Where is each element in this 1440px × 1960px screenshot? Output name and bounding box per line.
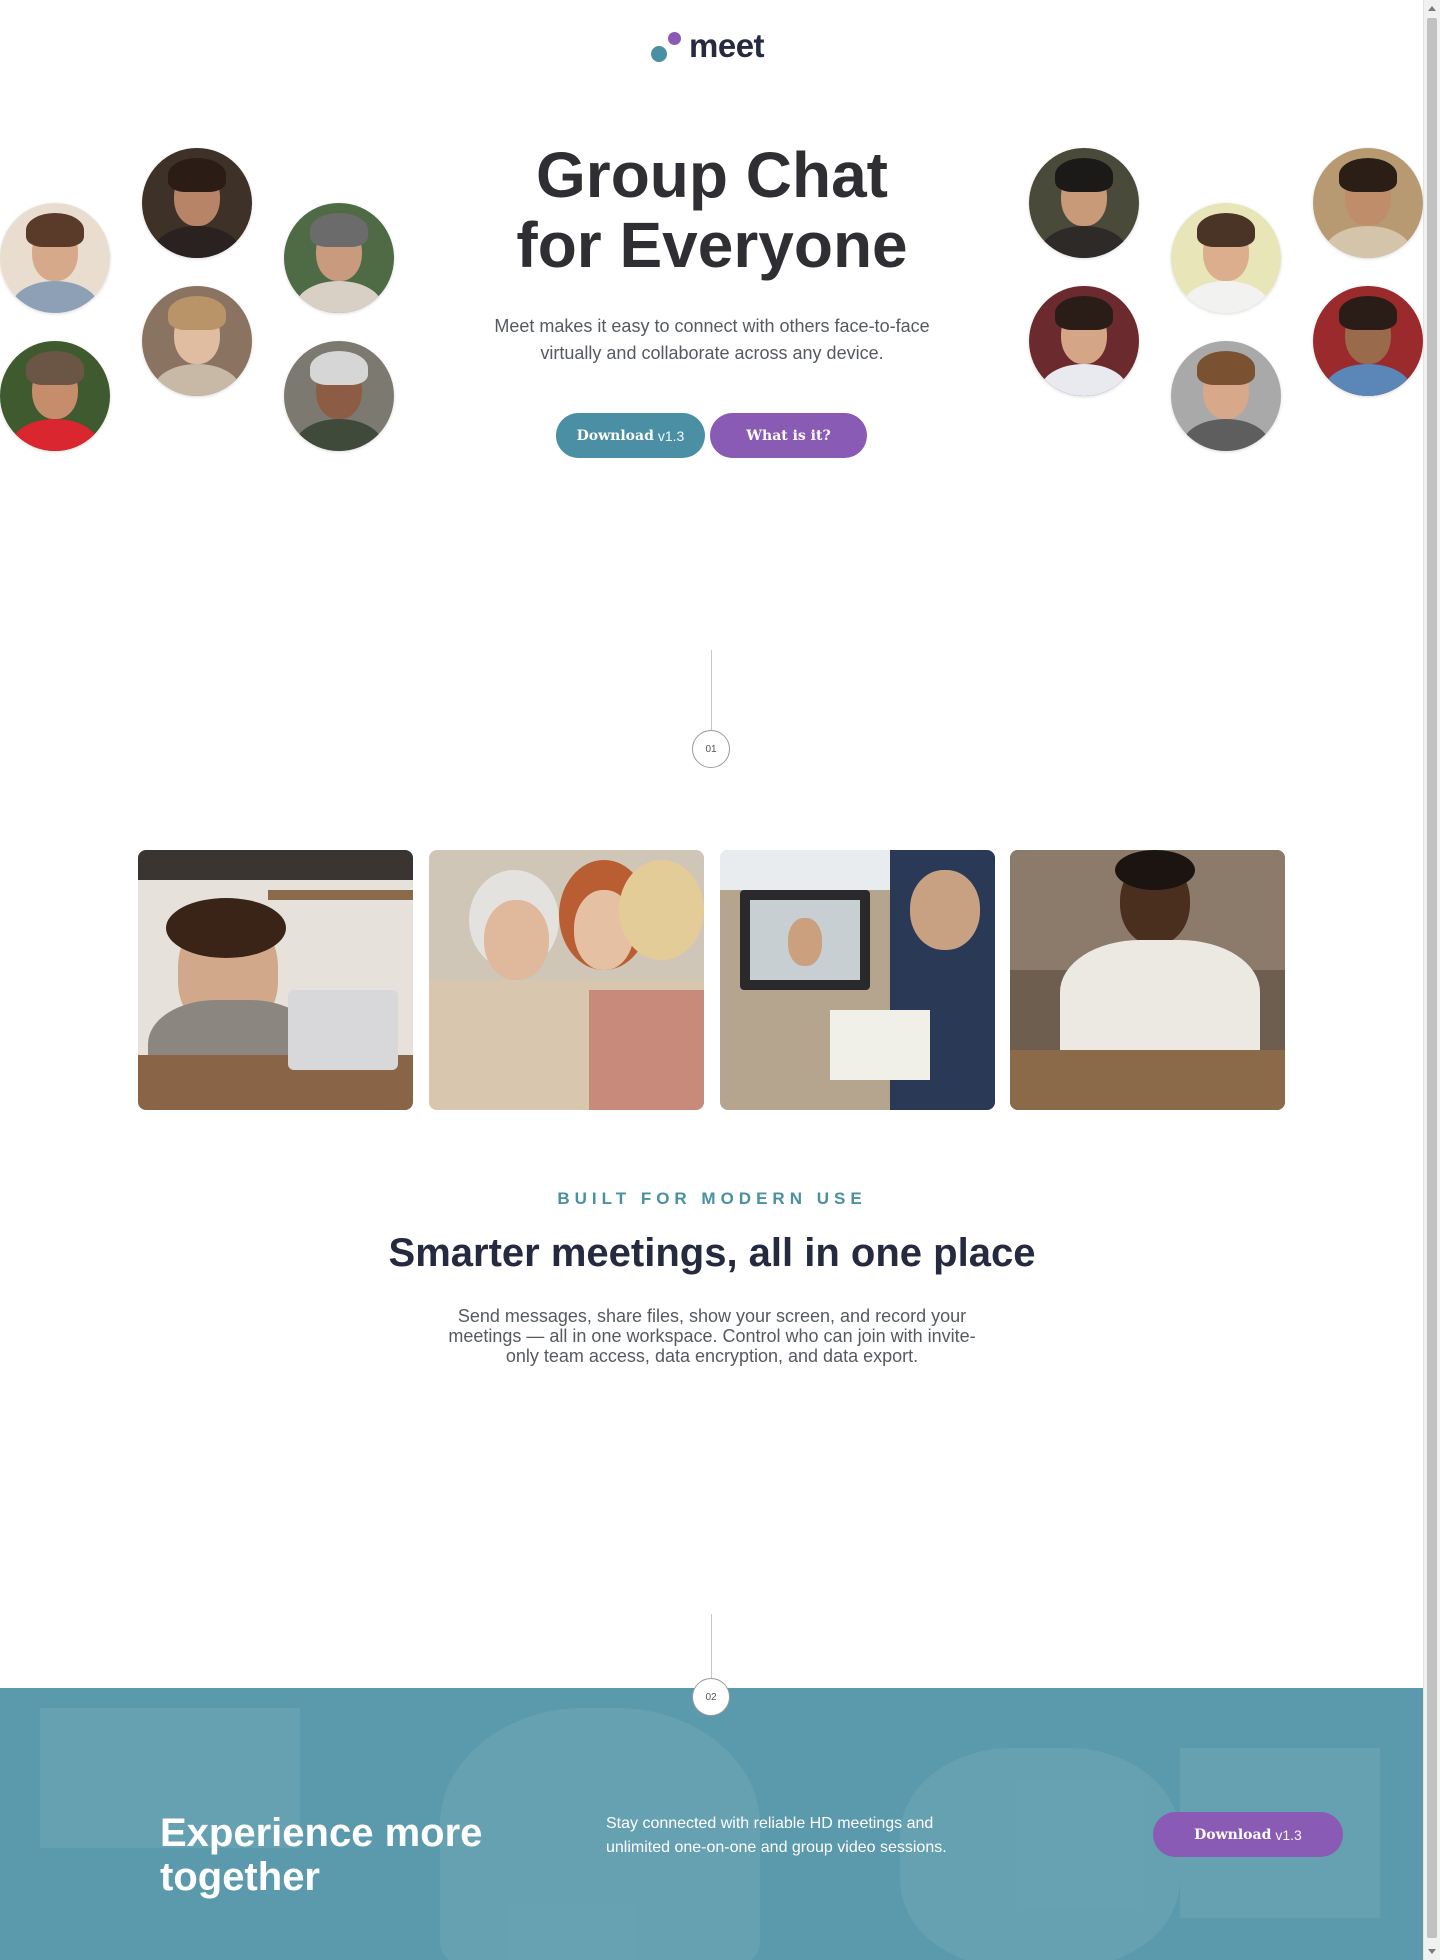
cta-download-label: Download <box>1194 1826 1272 1843</box>
avatar <box>284 341 394 451</box>
avatar <box>1171 341 1281 451</box>
section-marker-02: 02 <box>692 1678 730 1716</box>
cta-body: Stay connected with reliable HD meetings… <box>606 1815 947 1856</box>
feature-title: Smarter meetings, all in one place <box>388 1231 1036 1275</box>
cta-title: Experience more together <box>160 1811 483 1899</box>
hero-subtitle: Meet makes it easy to connect with other… <box>494 316 930 363</box>
download-button-label: Download <box>576 427 654 444</box>
download-version: v1.3 <box>657 427 685 444</box>
hero-title-line1: Group Chat <box>536 139 888 211</box>
brand-name: meet <box>689 27 765 64</box>
avatar <box>1313 286 1423 396</box>
what-is-it-button[interactable]: What is it? <box>710 413 867 458</box>
photo-video-call <box>720 850 995 1110</box>
page: meet Group Chat for Everyone Meet makes … <box>0 0 1423 1960</box>
feature-body: Send messages, share files, show your sc… <box>448 1306 976 1366</box>
photo-women-phone <box>429 850 704 1110</box>
avatar <box>0 341 110 451</box>
scroll-down-icon[interactable] <box>1428 1949 1436 1954</box>
hero-title-line2: for Everyone <box>516 209 908 281</box>
photo-man-phone <box>1010 850 1285 1110</box>
avatar <box>1029 148 1139 258</box>
photo-woman-laptop <box>138 850 413 1110</box>
avatar <box>1313 148 1423 258</box>
avatar <box>1029 286 1139 396</box>
cta-section: Experience more together Stay connected … <box>0 1688 1423 1960</box>
scrollbar-thumb[interactable] <box>1427 18 1437 1938</box>
cta-download-button[interactable]: Download v1.3 <box>1153 1812 1343 1857</box>
hero-title: Group Chat for Everyone <box>412 140 1012 280</box>
section-divider-line <box>711 1614 712 1688</box>
avatar <box>284 203 394 313</box>
avatar <box>1171 203 1281 313</box>
what-is-it-label: What is it? <box>746 427 831 444</box>
avatar <box>142 286 252 396</box>
download-button[interactable]: Download v1.3 <box>556 413 705 458</box>
page-scrollbar[interactable] <box>1423 0 1440 1960</box>
logo-mark-icon <box>651 32 681 62</box>
brand-logo[interactable]: meet <box>651 27 765 64</box>
scroll-up-icon[interactable] <box>1428 6 1436 11</box>
cta-download-version: v1.3 <box>1275 1826 1302 1843</box>
avatar <box>0 203 110 313</box>
feature-eyebrow: BUILT FOR MODERN USE <box>557 1189 867 1208</box>
section-divider-line <box>711 650 712 730</box>
avatar <box>142 148 252 258</box>
section-marker-01: 01 <box>692 730 730 768</box>
